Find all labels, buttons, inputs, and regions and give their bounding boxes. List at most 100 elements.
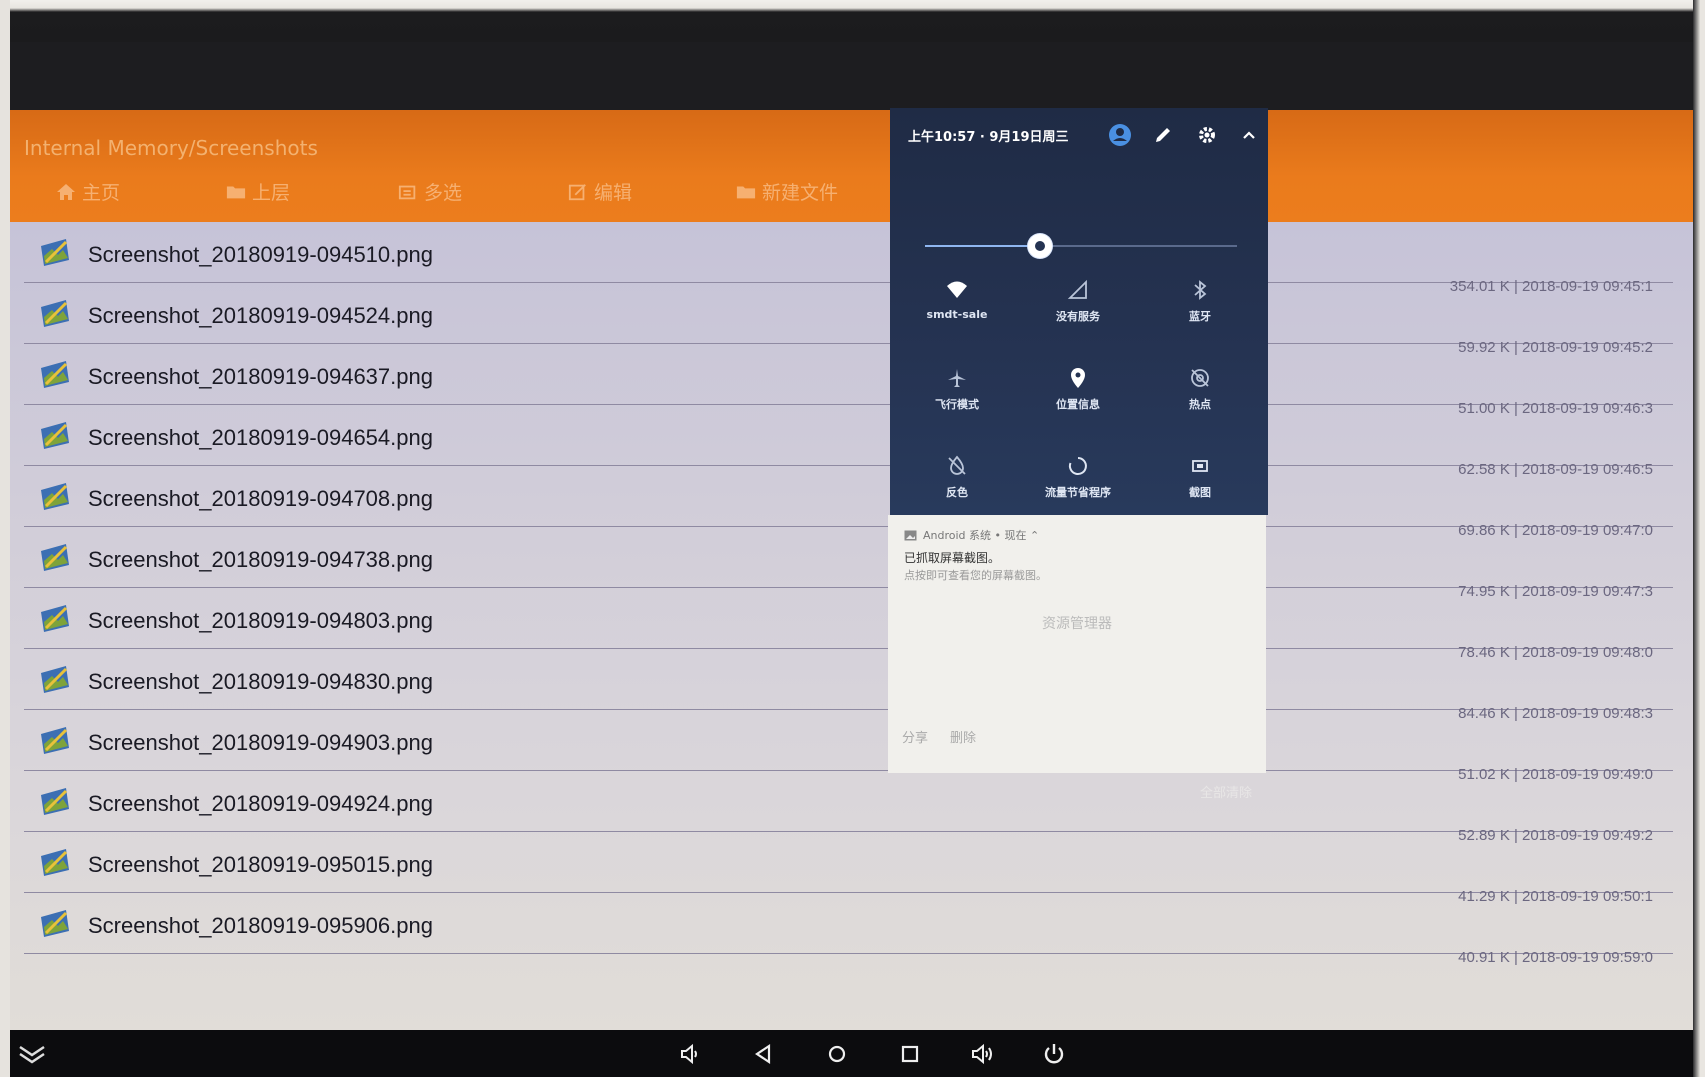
share-action[interactable]: 分享 [902,727,928,746]
file-row[interactable]: Screenshot_20180919-094830.png 84.46 K | … [24,649,1673,722]
file-manager-action[interactable]: 资源管理器 [888,613,1266,633]
recents-icon [901,1045,919,1063]
file-name: Screenshot_20180919-094654.png [88,425,433,450]
image-file-icon [41,544,69,571]
tile-cellular[interactable]: 没有服务 [1023,278,1133,348]
tile-bluetooth-label: 蓝牙 [1189,310,1211,323]
airplane-icon [948,369,966,387]
tile-data-saver-label: 流量节省程序 [1045,486,1111,499]
expand-button[interactable] [16,1038,48,1070]
new-folder-button[interactable]: 新建文件 [736,178,838,205]
tile-wifi[interactable]: smdt-sale [902,278,1012,348]
home-nav-button[interactable] [821,1038,853,1070]
file-name: Screenshot_20180919-094903.png [88,730,433,755]
bluetooth-icon [1194,280,1207,300]
volume-up-button[interactable] [966,1038,998,1070]
volume-down-button[interactable] [674,1038,706,1070]
monitor-right-bezel [1693,0,1705,1077]
tile-location[interactable]: 位置信息 [1023,366,1133,436]
file-name: Screenshot_20180919-094708.png [88,486,433,511]
tile-invert-label: 反色 [946,486,968,499]
tile-wifi-label: smdt-sale [926,308,988,321]
file-name: Screenshot_20180919-094524.png [88,303,433,328]
brightness-thumb[interactable] [1028,234,1053,258]
file-row[interactable]: Screenshot_20180919-095015.png 41.29 K | … [24,832,1673,905]
volume-up-icon [972,1043,992,1065]
new-folder-icon [736,186,756,198]
file-row[interactable]: Screenshot_20180919-094708.png 69.86 K | … [24,466,1673,539]
notification-subtitle: 点按即可查看您的屏幕截图。 [904,569,1047,582]
tile-data-saver[interactable]: 流量节省程序 [1023,454,1133,524]
file-row[interactable]: Screenshot_20180919-094510.png 354.01 K |… [24,222,1673,295]
image-file-icon [41,300,69,327]
location-icon [1071,368,1085,388]
edit-pencil-icon[interactable] [1150,122,1176,148]
image-file-icon [41,483,69,510]
brightness-fill [925,245,1041,247]
file-row[interactable]: Screenshot_20180919-094903.png 51.02 K | … [24,710,1673,783]
tile-airplane[interactable]: 飞行模式 [902,366,1012,436]
clear-all-button[interactable]: 全部清除 [1200,782,1252,801]
file-name: Screenshot_20180919-094924.png [88,791,433,816]
tile-screenshot-label: 截图 [1189,486,1211,499]
file-row[interactable]: Screenshot_20180919-095906.png 40.91 K | … [24,893,1673,966]
file-row[interactable]: Screenshot_20180919-094803.png 78.46 K | … [24,588,1673,661]
app-header: Internal Memory/Screenshots 主页 上层 多选 编辑 … [10,110,1693,222]
multiselect-button[interactable]: 多选 [398,178,462,205]
file-name: Screenshot_20180919-094803.png [88,608,433,633]
volume-down-icon [681,1043,697,1065]
parent-folder-button[interactable]: 上层 [226,178,290,205]
file-row[interactable]: Screenshot_20180919-094738.png 74.95 K | … [24,527,1673,600]
edit-button[interactable]: 编辑 [568,178,632,205]
home-label: 主页 [82,182,121,204]
tile-bluetooth[interactable]: 蓝牙 [1145,278,1255,348]
multiselect-label: 多选 [424,182,463,204]
invert-colors-icon [948,455,966,475]
file-row[interactable]: Screenshot_20180919-094924.png 52.89 K | … [24,771,1673,844]
back-button[interactable] [748,1038,780,1070]
tile-screenshot[interactable]: 截图 [1145,454,1255,524]
file-name: Screenshot_20180919-094738.png [88,547,433,572]
screenshot-notification[interactable]: Android 系统 • 现在 ⌃ 已抓取屏幕截图。 点按即可查看您的屏幕截图。… [888,515,1266,773]
power-icon [1044,1044,1064,1064]
image-file-icon [41,727,69,754]
data-saver-icon [1068,457,1087,475]
file-name: Screenshot_20180919-094637.png [88,364,433,389]
navigation-bar [10,1030,1693,1077]
file-name: Screenshot_20180919-094830.png [88,669,433,694]
image-file-icon [41,605,69,632]
recents-button[interactable] [894,1038,926,1070]
file-row[interactable]: Screenshot_20180919-094654.png 62.58 K | … [24,405,1673,478]
brightness-slider[interactable] [925,234,1237,258]
hotspot-icon [1191,369,1209,387]
power-button[interactable] [1038,1038,1070,1070]
delete-action[interactable]: 删除 [950,727,976,746]
file-row[interactable]: Screenshot_20180919-094524.png 59.92 K | … [24,283,1673,356]
new-folder-label: 新建文件 [762,182,839,204]
gear-icon[interactable] [1194,122,1220,148]
toolbar: 主页 上层 多选 编辑 新建文件 [10,168,1693,216]
tile-invert[interactable]: 反色 [902,454,1012,524]
image-file-icon [41,910,69,937]
file-name: Screenshot_20180919-094510.png [88,242,433,267]
file-row[interactable]: Screenshot_20180919-094637.png 51.00 K | … [24,344,1673,417]
image-file-icon [41,422,69,449]
notification-source: Android 系统 • 现在 ⌃ [904,527,1039,543]
screenshot-icon [1192,460,1208,472]
tile-hotspot-label: 热点 [1189,398,1211,411]
edit-icon [568,183,586,200]
back-icon [755,1043,771,1065]
multiselect-icon [398,185,416,199]
cellular-icon [1067,279,1087,299]
chevron-up-icon[interactable] [1236,122,1262,148]
user-icon[interactable] [1107,122,1133,148]
screen: Internal Memory/Screenshots 主页 上层 多选 编辑 … [10,42,1693,1077]
image-file-icon [41,849,69,876]
circle-home-icon [828,1045,846,1063]
home-button[interactable]: 主页 [56,178,120,205]
tile-airplane-label: 飞行模式 [935,398,979,411]
tile-hotspot[interactable]: 热点 [1145,366,1255,436]
file-meta: 40.91 K | 2018-09-19 09:59:0 [1458,949,1653,966]
image-icon [904,530,917,540]
notification-title: 已抓取屏幕截图。 [904,551,1001,565]
